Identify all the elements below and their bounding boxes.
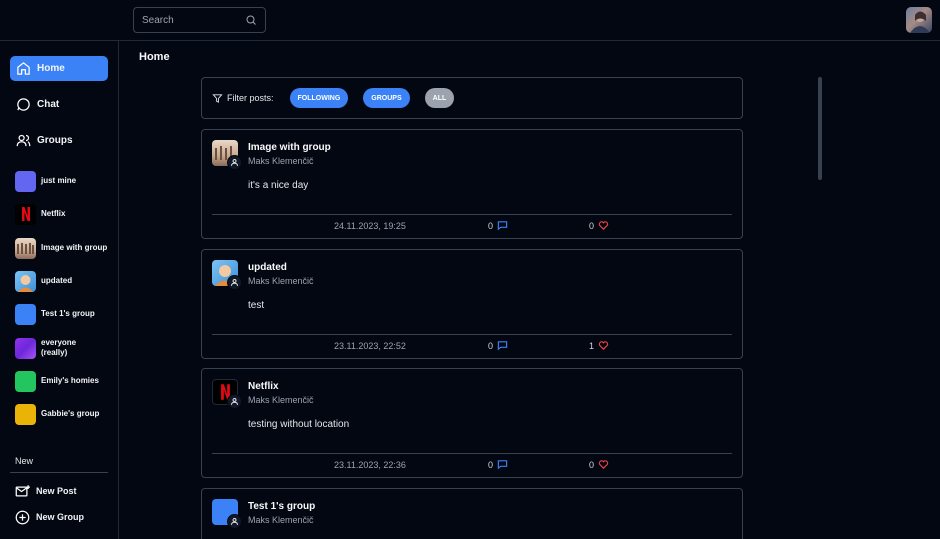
plus-circle-icon: [15, 510, 30, 524]
group-photo: [15, 237, 36, 259]
post-title[interactable]: Image with group: [248, 142, 331, 153]
mail-plus-icon: [15, 484, 30, 496]
post-date: 23.11.2023, 22:52: [334, 341, 406, 351]
home-icon: [17, 62, 30, 75]
action-label: New Post: [36, 486, 77, 496]
group-avatar: [15, 303, 36, 325]
filter-chip-following[interactable]: FOLLOWING: [289, 88, 349, 108]
post-date: 24.11.2023, 19:25: [334, 221, 406, 231]
filter-icon: [212, 93, 223, 103]
user-icon: [227, 514, 242, 529]
post-divider: [212, 214, 732, 215]
sidebar-group-gabbies-group[interactable]: Gabbie's group: [15, 403, 115, 425]
like-button[interactable]: 1: [589, 340, 609, 351]
filter-label: Filter posts:: [227, 93, 274, 103]
group-avatar: [15, 403, 36, 425]
group-label: everyone (really): [41, 338, 77, 357]
filter-chip-groups[interactable]: GROUPS: [363, 88, 410, 108]
post-title[interactable]: updated: [248, 262, 287, 273]
new-section-label: New: [15, 456, 34, 466]
post-date: 23.11.2023, 22:36: [334, 460, 406, 470]
action-label: New Group: [36, 512, 85, 522]
user-icon: [227, 394, 242, 409]
comment-count: 0: [488, 220, 494, 231]
sidebar-group-everyone[interactable]: everyone (really): [15, 337, 115, 359]
comment-count: 0: [488, 340, 494, 351]
group-label: Gabbie's group: [41, 409, 100, 418]
sidebar-item-label: Chat: [37, 99, 60, 110]
filter-chip-all[interactable]: ALL: [424, 88, 455, 108]
sidebar-item-groups[interactable]: Groups: [10, 128, 108, 153]
user-icon: [227, 155, 242, 170]
post-content: test: [248, 300, 265, 311]
sidebar-group-updated[interactable]: updated: [15, 270, 115, 292]
scrollbar-thumb[interactable]: [818, 77, 822, 180]
comment-icon: [497, 221, 508, 231]
like-count: 0: [589, 459, 595, 470]
netflix-logo-icon: [15, 203, 36, 225]
like-button[interactable]: 0: [589, 220, 609, 231]
post-divider: [212, 334, 732, 335]
sidebar-group-test1[interactable]: Test 1's group: [15, 303, 115, 325]
group-photo: [15, 270, 36, 292]
group-label: Emily's homies: [41, 376, 99, 385]
comment-count: 0: [488, 459, 494, 470]
top-bar: [0, 0, 940, 41]
sidebar: Home Chat Groups just mine Netflix Image…: [0, 41, 119, 539]
heart-icon: [598, 341, 609, 350]
post-title[interactable]: Netflix: [248, 381, 279, 392]
search-input[interactable]: [142, 14, 242, 26]
post-content: it's a nice day: [248, 180, 309, 191]
post-divider: [212, 453, 732, 454]
like-button[interactable]: 0: [589, 459, 609, 470]
chat-icon: [17, 98, 30, 111]
sidebar-item-chat[interactable]: Chat: [10, 92, 108, 117]
new-group-button[interactable]: New Group: [15, 508, 84, 526]
comments-button[interactable]: 0: [488, 340, 508, 351]
sidebar-group-image-with-group[interactable]: Image with group: [15, 237, 115, 259]
post-card[interactable]: Image with group Maks Klemenčič it's a n…: [201, 129, 743, 239]
sidebar-item-label: Groups: [37, 135, 73, 146]
post-card[interactable]: Netflix Maks Klemenčič testing without l…: [201, 368, 743, 478]
comment-icon: [497, 341, 508, 351]
heart-icon: [598, 460, 609, 469]
user-icon: [227, 275, 242, 290]
like-count: 0: [589, 220, 595, 231]
heart-icon: [598, 221, 609, 230]
group-avatar: [15, 370, 36, 392]
group-avatar: [15, 170, 36, 192]
post-author[interactable]: Maks Klemenčič: [248, 515, 314, 525]
sidebar-group-just-mine[interactable]: just mine: [15, 170, 115, 192]
page-title: Home: [139, 51, 170, 63]
post-author[interactable]: Maks Klemenčič: [248, 156, 314, 166]
search-box[interactable]: [133, 7, 266, 33]
users-icon: [16, 134, 31, 147]
comment-icon: [497, 460, 508, 470]
filter-bar: Filter posts: FOLLOWING GROUPS ALL: [201, 77, 743, 119]
avatar-image: [910, 11, 930, 33]
group-label: Test 1's group: [41, 309, 95, 318]
new-post-button[interactable]: New Post: [15, 482, 77, 500]
group-label: Netflix: [41, 209, 66, 218]
sidebar-group-emilys-homies[interactable]: Emily's homies: [15, 370, 115, 392]
comments-button[interactable]: 0: [488, 459, 508, 470]
group-label: Image with group: [41, 243, 108, 252]
sidebar-item-home[interactable]: Home: [10, 56, 108, 81]
post-author[interactable]: Maks Klemenčič: [248, 276, 314, 286]
post-content: testing without location: [248, 419, 350, 430]
group-label: just mine: [41, 176, 77, 185]
post-card[interactable]: Test 1's group Maks Klemenčič: [201, 488, 743, 539]
post-author[interactable]: Maks Klemenčič: [248, 395, 314, 405]
like-count: 1: [589, 340, 595, 351]
sidebar-item-label: Home: [37, 63, 65, 74]
profile-avatar[interactable]: [906, 7, 932, 33]
group-label: updated: [41, 276, 73, 285]
post-card[interactable]: updated Maks Klemenčič test 23.11.2023, …: [201, 249, 743, 359]
comments-button[interactable]: 0: [488, 220, 508, 231]
search-icon[interactable]: [245, 14, 257, 26]
group-photo: [15, 337, 36, 359]
post-title[interactable]: Test 1's group: [248, 501, 315, 512]
sidebar-group-netflix[interactable]: Netflix: [15, 203, 115, 225]
sidebar-divider: [10, 472, 108, 473]
